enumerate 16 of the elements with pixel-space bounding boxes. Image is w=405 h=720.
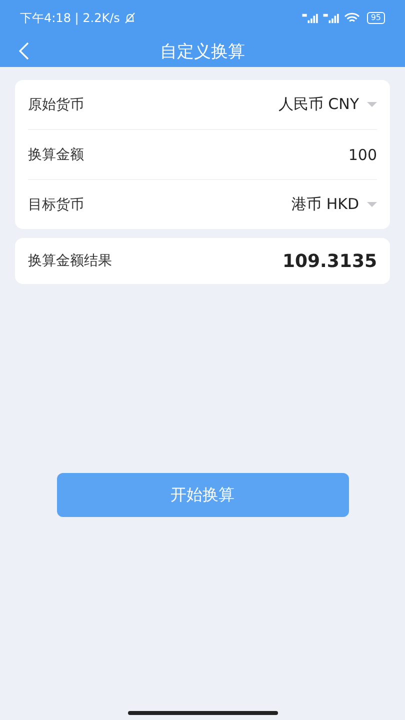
field-label: 原始货币	[28, 96, 84, 114]
currency-dropdown[interactable]: 人民币 CNY	[278, 95, 377, 114]
currency-dropdown[interactable]: 港币 HKD	[292, 195, 377, 214]
amount-field[interactable]: 100	[257, 146, 377, 164]
result-label: 换算金额结果	[28, 252, 112, 270]
bell-off-icon	[124, 12, 136, 24]
status-time: 下午4:18 | 2.2K/s	[20, 10, 120, 26]
result-value: 109.3135	[282, 250, 377, 272]
field-label: 目标货币	[28, 196, 84, 214]
field-label: 换算金额	[28, 146, 84, 164]
back-icon[interactable]	[19, 42, 29, 60]
wifi-icon	[344, 12, 360, 24]
signal-icon	[302, 12, 319, 24]
signal-icon	[322, 12, 340, 24]
battery-level: 95	[370, 13, 381, 22]
page-title: 自定义换算	[160, 41, 245, 63]
